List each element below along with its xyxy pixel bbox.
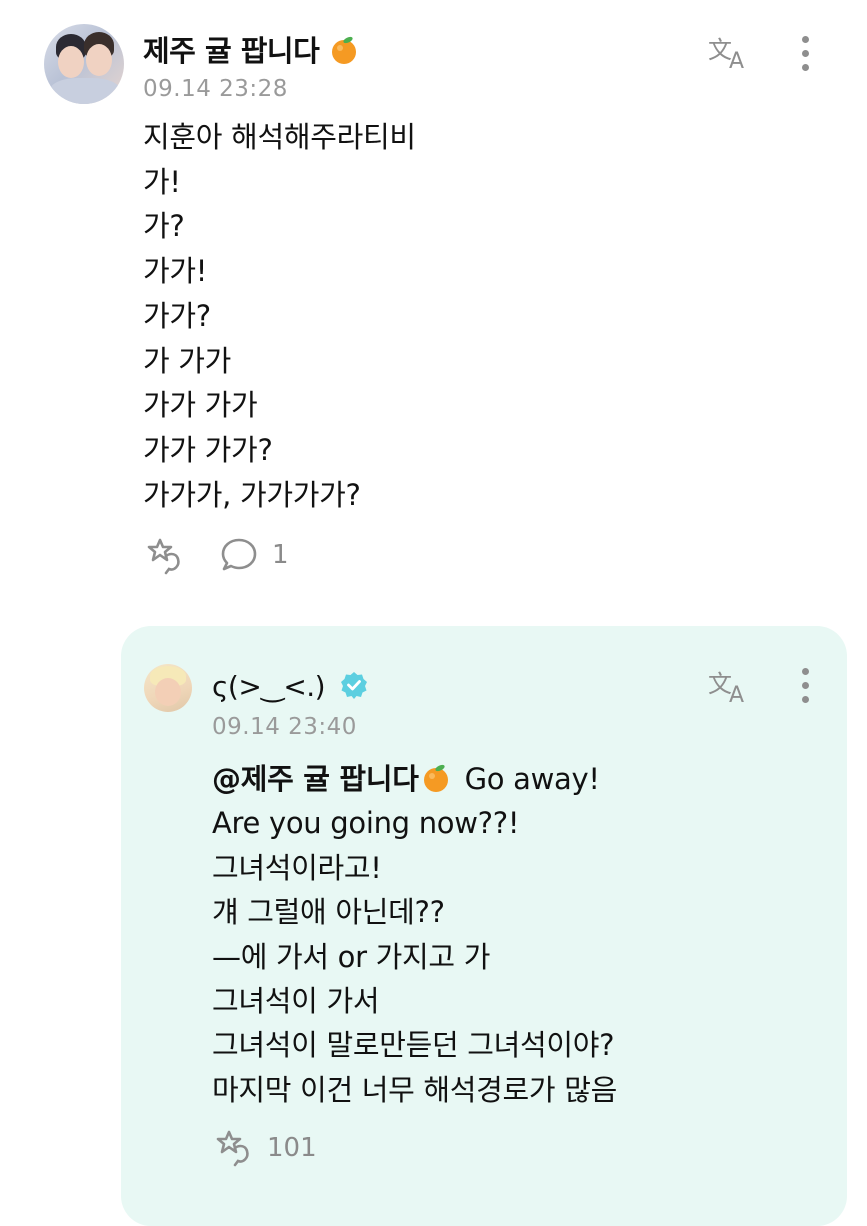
reply-line: 걔 그럴애 아닌데?? (212, 895, 445, 930)
reply-timestamp: 09.14 23:40 (212, 714, 357, 740)
reply-line: 그녀석이 가서 (212, 984, 380, 1019)
reply-author-name-text: ς(>‿<.) (212, 670, 326, 703)
post-line: 가가! (143, 254, 208, 289)
reply-line: 그녀석이 말로만듣던 그녀석이야? (212, 1028, 615, 1063)
reply-line: 그녀석이라고! (212, 850, 382, 885)
reply-body: @제주 귤 팝니다 Go away! Are you going now??! … (212, 757, 617, 1112)
more-options-icon[interactable] (801, 668, 811, 704)
orange-emoji-icon (331, 36, 356, 64)
reaction-button[interactable] (144, 536, 184, 576)
post-author-name-text: 제주 귤 팝니다 (143, 34, 320, 68)
reply-first-line: @제주 귤 팝니다 Go away! (212, 757, 617, 801)
reaction-icon (147, 538, 180, 575)
post-line: 가가 가가? (143, 432, 273, 467)
post-timestamp: 09.14 23:28 (143, 76, 288, 102)
reply-line: —에 가서 or 가지고 가 (212, 939, 491, 974)
translate-icon[interactable]: 文 A (708, 32, 754, 72)
post-body: 지훈아 해석해주라티비 가! 가? 가가! 가가? 가 가가 가가 가가 가가 … (143, 115, 416, 517)
more-options-icon[interactable] (801, 36, 811, 72)
post-line: 가? (143, 209, 185, 244)
post-line: 가 가가 (143, 343, 232, 378)
comment-bubble-icon (221, 538, 257, 571)
comment-button[interactable]: 1 (220, 536, 289, 574)
reply-reaction-button[interactable]: 101 (213, 1128, 317, 1168)
post-author-avatar[interactable] (44, 24, 124, 104)
post: 제주 귤 팝니다 09.14 23:28 文 A 지훈아 해석해주라티비 가! … (0, 0, 867, 600)
post-author-name[interactable]: 제주 귤 팝니다 (143, 28, 359, 70)
post-line: 가가 가가 (143, 388, 258, 423)
translate-icon[interactable]: 文 A (708, 666, 754, 706)
svg-text:A: A (729, 683, 744, 706)
post-line: 가! (143, 164, 181, 199)
orange-emoji-icon (423, 764, 448, 792)
svg-text:A: A (729, 49, 744, 72)
post-line: 가가가, 가가가가? (143, 477, 361, 512)
reply-author-avatar[interactable] (144, 664, 192, 712)
comment-count: 1 (272, 540, 289, 570)
mention-link[interactable]: @제주 귤 팝니다 (212, 762, 419, 796)
reaction-icon (216, 1130, 249, 1167)
reply-line: 마지막 이건 너무 해석경로가 많음 (212, 1072, 617, 1107)
reaction-count: 101 (267, 1133, 317, 1163)
reply-text: Go away! (464, 762, 600, 796)
reply-card: ς(>‿<.) 09.14 23:40 文 A @제주 귤 팝니다 Go awa… (121, 626, 847, 1226)
post-line: 지훈아 해석해주라티비 (143, 120, 416, 154)
post-line: 가가? (143, 298, 211, 333)
reply-author-name[interactable]: ς(>‿<.) (212, 670, 368, 703)
reply-line: Are you going now??! (212, 806, 520, 841)
verified-badge-icon (340, 672, 367, 699)
